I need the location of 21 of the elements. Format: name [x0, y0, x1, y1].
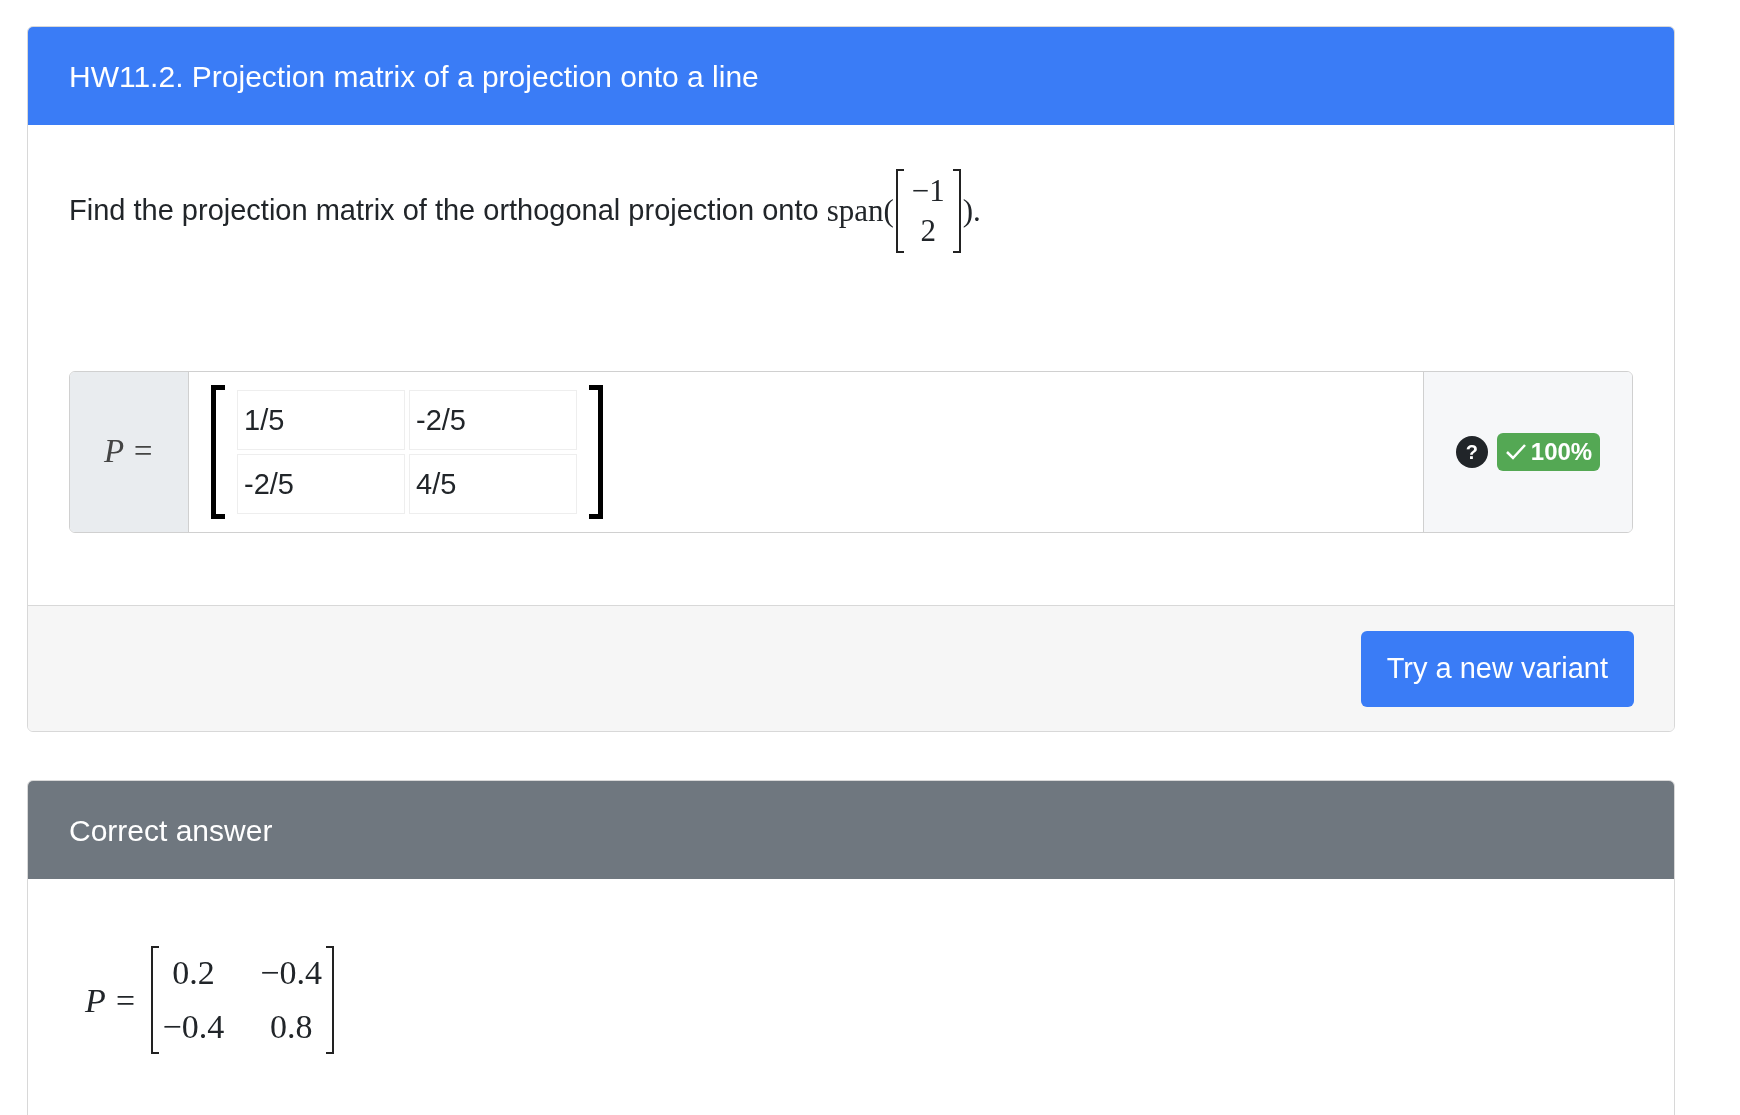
- matrix-label: P =: [103, 432, 155, 472]
- matrix-entry: 0.8: [268, 1007, 314, 1047]
- math-function: span(: [826, 191, 894, 230]
- matrix-cell-input[interactable]: -2/5: [409, 390, 577, 450]
- matrix-entry: −0.4: [260, 953, 322, 993]
- score-badge: 100%: [1496, 433, 1601, 471]
- new-variant-button[interactable]: Try a new variant: [1360, 630, 1634, 707]
- matrix-label: P =: [85, 980, 137, 1021]
- check-icon: [1504, 443, 1527, 461]
- vector-entry: −1: [911, 172, 945, 210]
- vector-entry: 2: [920, 212, 936, 250]
- math-close: ).: [962, 191, 981, 230]
- matrix-cell-input[interactable]: -2/5: [237, 454, 405, 514]
- help-icon[interactable]: ?: [1455, 436, 1488, 468]
- matrix-entry: −0.4: [162, 1007, 225, 1047]
- matrix-cell-input[interactable]: 1/5: [237, 390, 405, 450]
- card-title: HW11.2. Projection matrix of a projection onto a line: [69, 58, 759, 95]
- matrix-cell-input[interactable]: 4/5: [409, 454, 577, 514]
- card-title: Correct answer: [69, 812, 273, 849]
- matrix-entry: 0.2: [171, 953, 216, 993]
- question-text: Find the projection matrix of the orthogonal projection onto: [69, 193, 819, 229]
